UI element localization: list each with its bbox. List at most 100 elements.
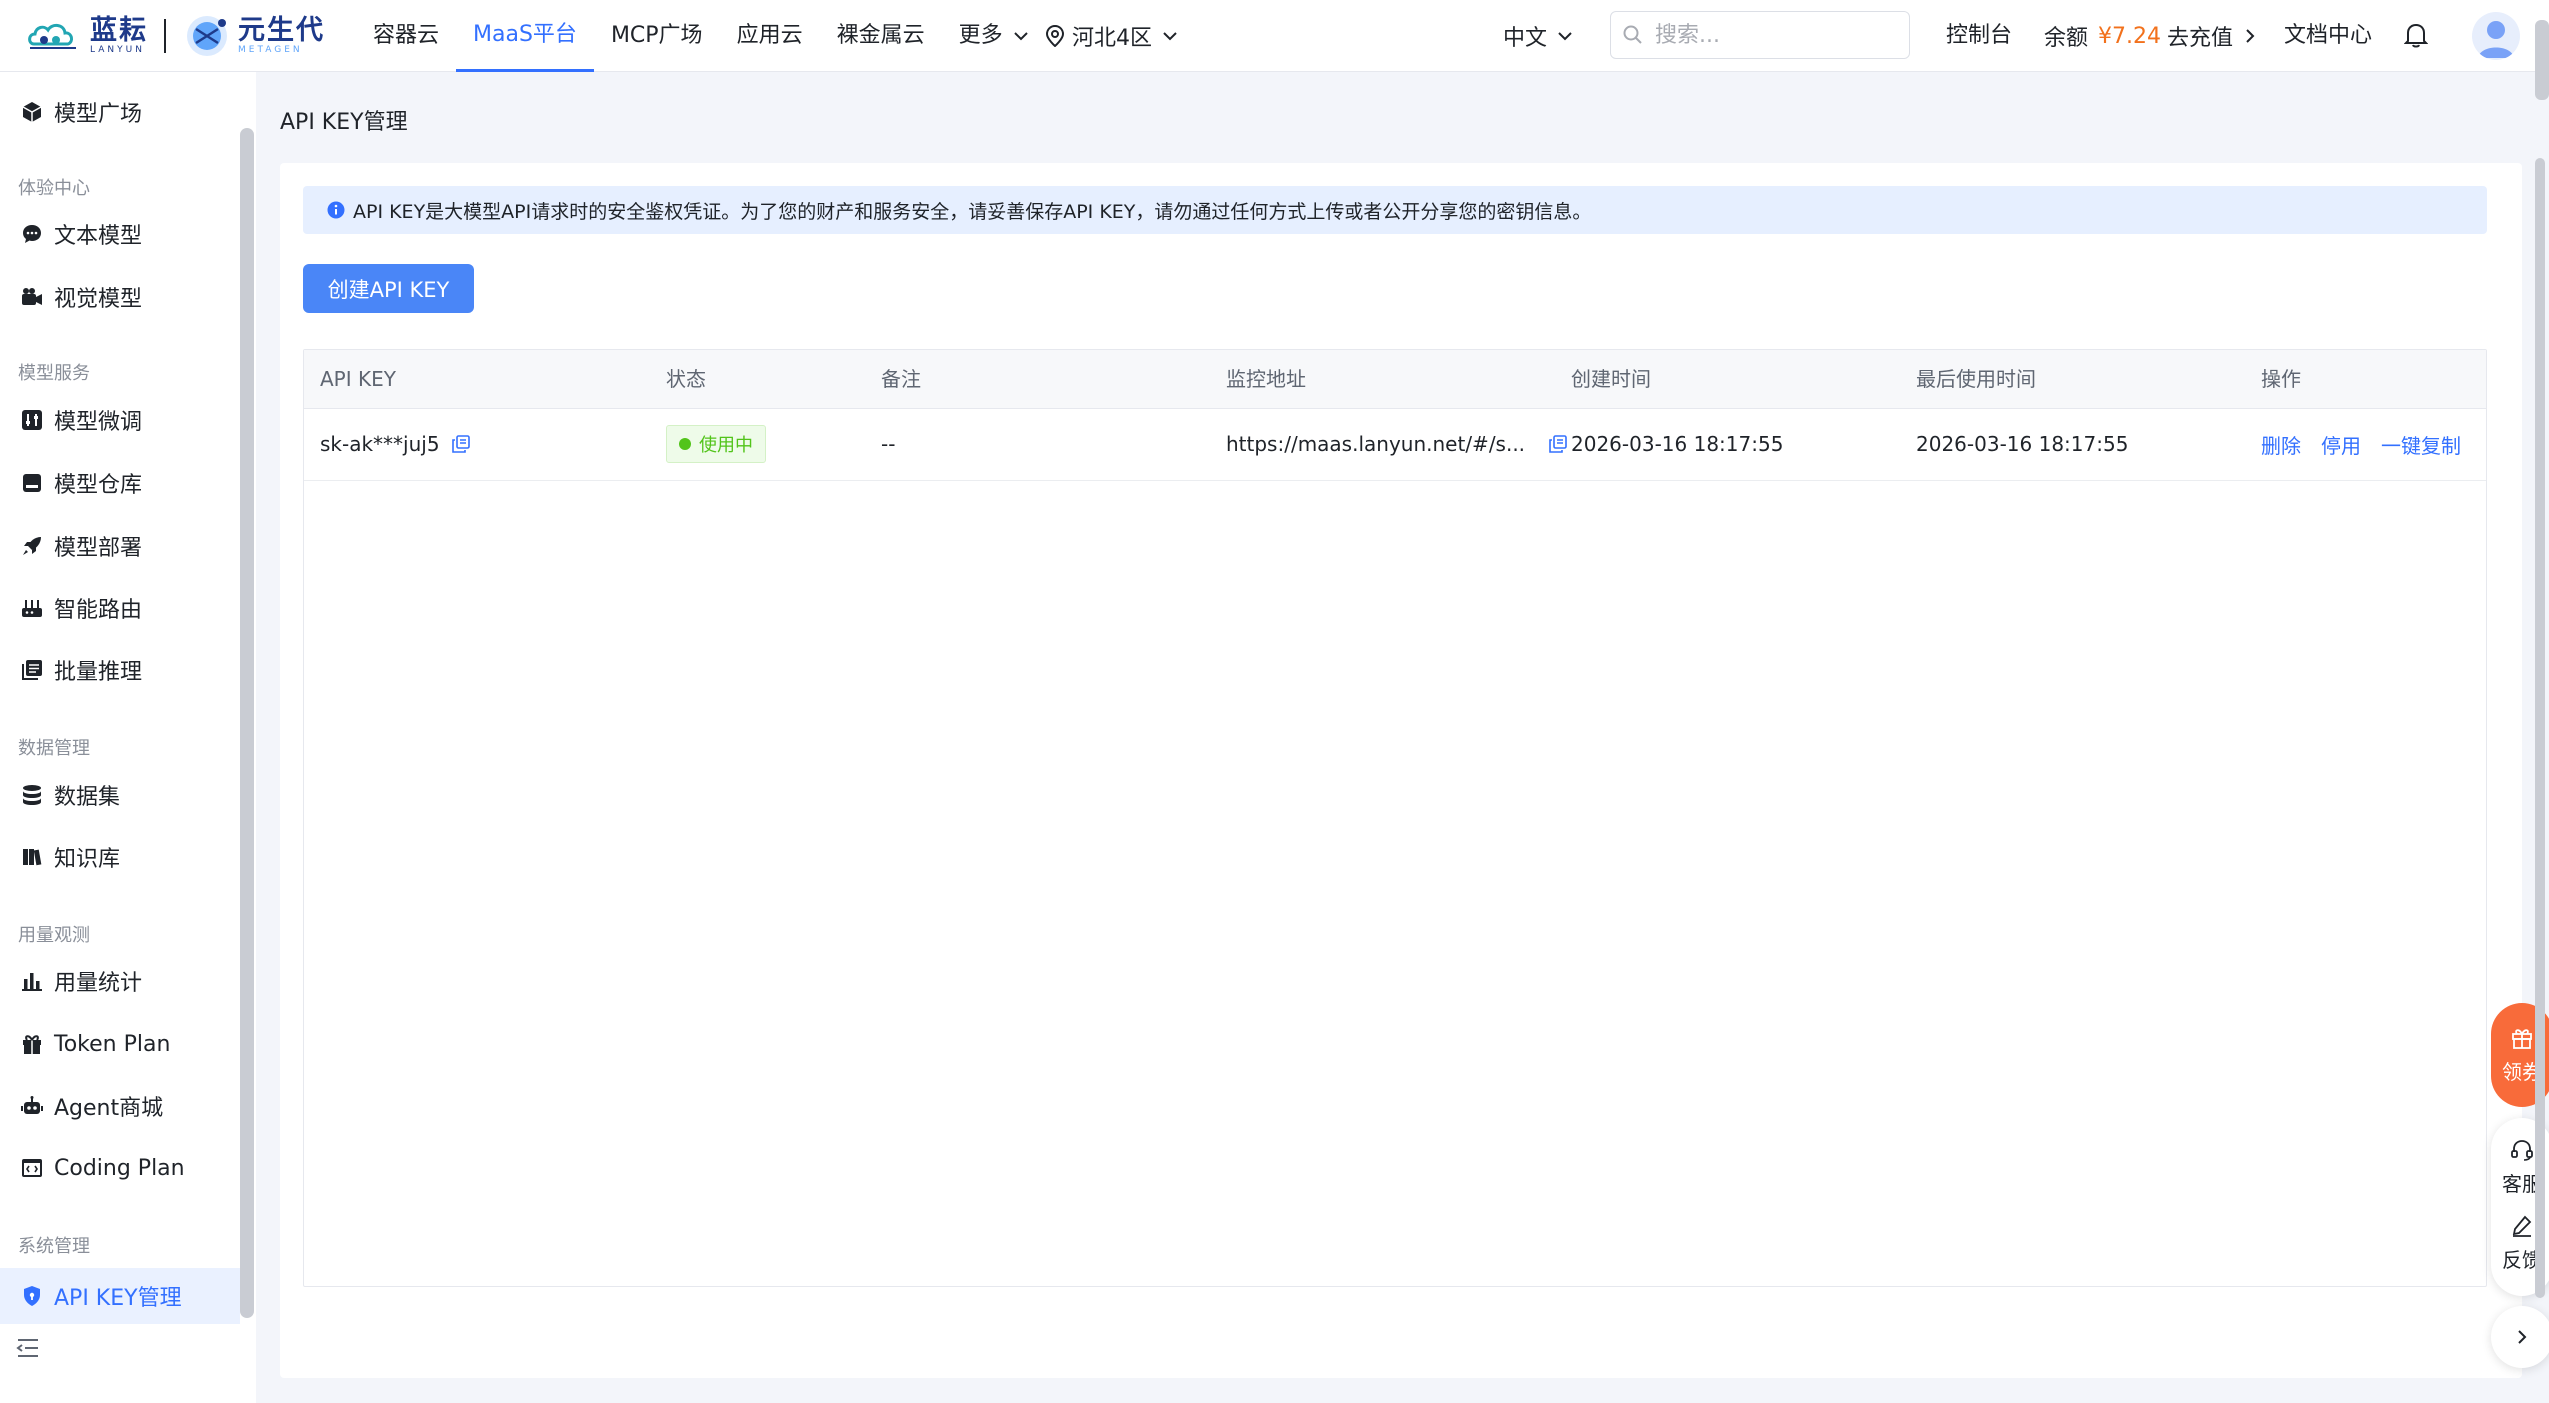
balance-area: 余额 ¥7.24 去充值	[2044, 0, 2255, 72]
brand-name-en: LANYUN	[90, 45, 145, 55]
sidebar: 模型广场 体验中心 文本模型 视觉模型 模型服务 模型微调 模型仓库 模型部署 …	[0, 72, 256, 1403]
collapse-sidebar-icon[interactable]	[16, 1338, 40, 1358]
cube-icon	[20, 100, 44, 124]
docs-center-link[interactable]: 文档中心	[2284, 0, 2372, 72]
nav-item-mcp[interactable]: MCP广场	[594, 0, 720, 72]
partner-name: 元生代	[238, 15, 325, 46]
nav-item-more[interactable]: 更多	[942, 0, 1046, 72]
sidebar-item-batch-inference[interactable]: 批量推理	[0, 642, 240, 698]
cell-actions: 删除 停用 一键复制	[2261, 408, 2481, 480]
sidebar-item-label: Agent商城	[54, 1096, 164, 1121]
metagen-logo-icon	[187, 16, 227, 56]
sidebar-item-agent-store[interactable]: Agent商城	[0, 1078, 240, 1134]
router-icon	[20, 596, 44, 620]
nav-item-bare-metal[interactable]: 裸金属云	[820, 0, 942, 72]
status-badge: 使用中	[666, 425, 766, 463]
sidebar-group-title: 模型服务	[18, 363, 90, 384]
column-header-remark: 备注	[881, 367, 921, 391]
sidebar-item-label: 用量统计	[54, 971, 143, 996]
bar-chart-icon	[20, 969, 44, 993]
sliders-icon	[20, 408, 44, 432]
sidebar-item-text-model[interactable]: 文本模型	[0, 206, 240, 262]
sidebar-item-label: 知识库	[54, 847, 121, 872]
partner-name-en: METAGEN	[238, 45, 303, 55]
sidebar-scrollbar[interactable]	[240, 128, 254, 1318]
table-header: API KEY 状态 备注 监控地址 创建时间 最后使用时间 操作	[304, 350, 2486, 409]
sidebar-item-smart-routing[interactable]: 智能路由	[0, 580, 240, 636]
nav-item-maas[interactable]: MaaS平台	[456, 0, 594, 72]
sidebar-item-model-repo[interactable]: 模型仓库	[0, 455, 240, 511]
language-selector[interactable]: 中文	[1503, 0, 1573, 72]
column-header-monitor-url: 监控地址	[1226, 367, 1306, 391]
search-box[interactable]	[1610, 11, 1910, 59]
code-window-icon	[20, 1156, 44, 1180]
sidebar-item-label: 批量推理	[54, 660, 143, 685]
sidebar-item-vision-model[interactable]: 视觉模型	[0, 269, 240, 325]
shield-icon	[20, 1284, 44, 1308]
sidebar-item-label: 智能路由	[54, 598, 143, 623]
balance-amount: ¥7.24	[2098, 23, 2161, 49]
nav-label: 裸金属云	[836, 23, 925, 48]
sidebar-item-knowledge-base[interactable]: 知识库	[0, 829, 240, 885]
monitor-url-value: https://maas.lanyun.net/#/s...	[1226, 432, 1526, 456]
sidebar-group-title: 数据管理	[18, 738, 90, 759]
delete-button[interactable]: 删除	[2261, 430, 2301, 459]
sidebar-item-label: 视觉模型	[54, 287, 143, 312]
chevron-down-icon	[1558, 32, 1572, 41]
cell-api-key: sk-ak***juj5	[320, 408, 470, 480]
sidebar-item-token-plan[interactable]: Token Plan	[0, 1016, 240, 1072]
copy-icon[interactable]	[451, 435, 470, 453]
nav-label: MCP广场	[610, 23, 703, 48]
recharge-link[interactable]: 去充值	[2167, 20, 2255, 52]
recharge-label: 去充值	[2167, 26, 2234, 51]
sidebar-item-dataset[interactable]: 数据集	[0, 767, 240, 823]
region-selector[interactable]: 河北4区	[1046, 0, 1178, 72]
location-pin-icon	[1046, 25, 1064, 47]
brand-divider	[164, 19, 166, 53]
brand-name: 蓝耘	[90, 15, 148, 46]
sidebar-item-model-square[interactable]: 模型广场	[0, 84, 240, 140]
user-avatar-icon	[2478, 21, 2514, 58]
main-nav: 容器云 MaaS平台 MCP广场 应用云 裸金属云 更多	[356, 0, 1046, 72]
user-avatar[interactable]	[2472, 12, 2520, 60]
api-key-table: API KEY 状态 备注 监控地址 创建时间 最后使用时间 操作 sk-ak*…	[303, 349, 2487, 1287]
sidebar-item-api-key[interactable]: API KEY管理	[0, 1268, 240, 1324]
brand-logo[interactable]: 蓝耘 LANYUN 元生代 METAGEN	[26, 12, 325, 60]
sidebar-item-label: 模型部署	[54, 536, 143, 561]
page-scrollbar[interactable]	[2535, 158, 2545, 1298]
page-title: API KEY管理	[280, 110, 408, 135]
notice-banner: API KEY是大模型API请求时的安全鉴权凭证。为了您的财产和服务安全，请妥善…	[303, 186, 2487, 234]
top-navigation-bar: 蓝耘 LANYUN 元生代 METAGEN 容器云 MaaS平台 MCP广场 应…	[0, 0, 2549, 72]
archive-icon	[20, 471, 44, 495]
sidebar-item-coding-plan[interactable]: Coding Plan	[0, 1140, 240, 1196]
cell-remark: --	[881, 432, 896, 456]
nav-item-app-cloud[interactable]: 应用云	[720, 0, 820, 72]
console-link[interactable]: 控制台	[1946, 0, 2012, 72]
column-header-created-at: 创建时间	[1571, 367, 1651, 391]
stack-icon	[20, 658, 44, 682]
expand-panel-button[interactable]	[2491, 1306, 2549, 1368]
sidebar-item-usage-stats[interactable]: 用量统计	[0, 953, 240, 1009]
api-key-value: sk-ak***juj5	[320, 432, 440, 456]
copy-icon[interactable]	[1549, 435, 1567, 453]
book-icon	[20, 845, 44, 869]
search-input[interactable]	[1653, 21, 1897, 49]
language-label: 中文	[1503, 26, 1548, 51]
search-icon	[1623, 25, 1642, 44]
headset-icon	[2511, 1140, 2533, 1161]
chevron-down-icon	[1163, 32, 1177, 41]
create-api-key-button[interactable]: 创建API KEY	[303, 264, 474, 313]
sidebar-item-label: 模型仓库	[54, 473, 143, 498]
cell-monitor-url: https://maas.lanyun.net/#/s...	[1226, 408, 1567, 480]
bell-icon[interactable]	[2404, 22, 2428, 48]
disable-button[interactable]: 停用	[2321, 430, 2361, 459]
table-row: sk-ak***juj5 使用中 -- https://maas.lanyun.…	[304, 408, 2486, 481]
sidebar-item-fine-tune[interactable]: 模型微调	[0, 392, 240, 448]
copy-all-button[interactable]: 一键复制	[2381, 430, 2461, 459]
cell-created-at: 2026-03-16 18:17:55	[1571, 432, 1784, 456]
sidebar-item-label: Token Plan	[54, 1031, 171, 1057]
nav-item-container-cloud[interactable]: 容器云	[356, 0, 456, 72]
sidebar-item-label: 模型广场	[54, 102, 143, 127]
sidebar-item-deploy[interactable]: 模型部署	[0, 518, 240, 574]
region-label: 河北4区	[1072, 26, 1152, 51]
